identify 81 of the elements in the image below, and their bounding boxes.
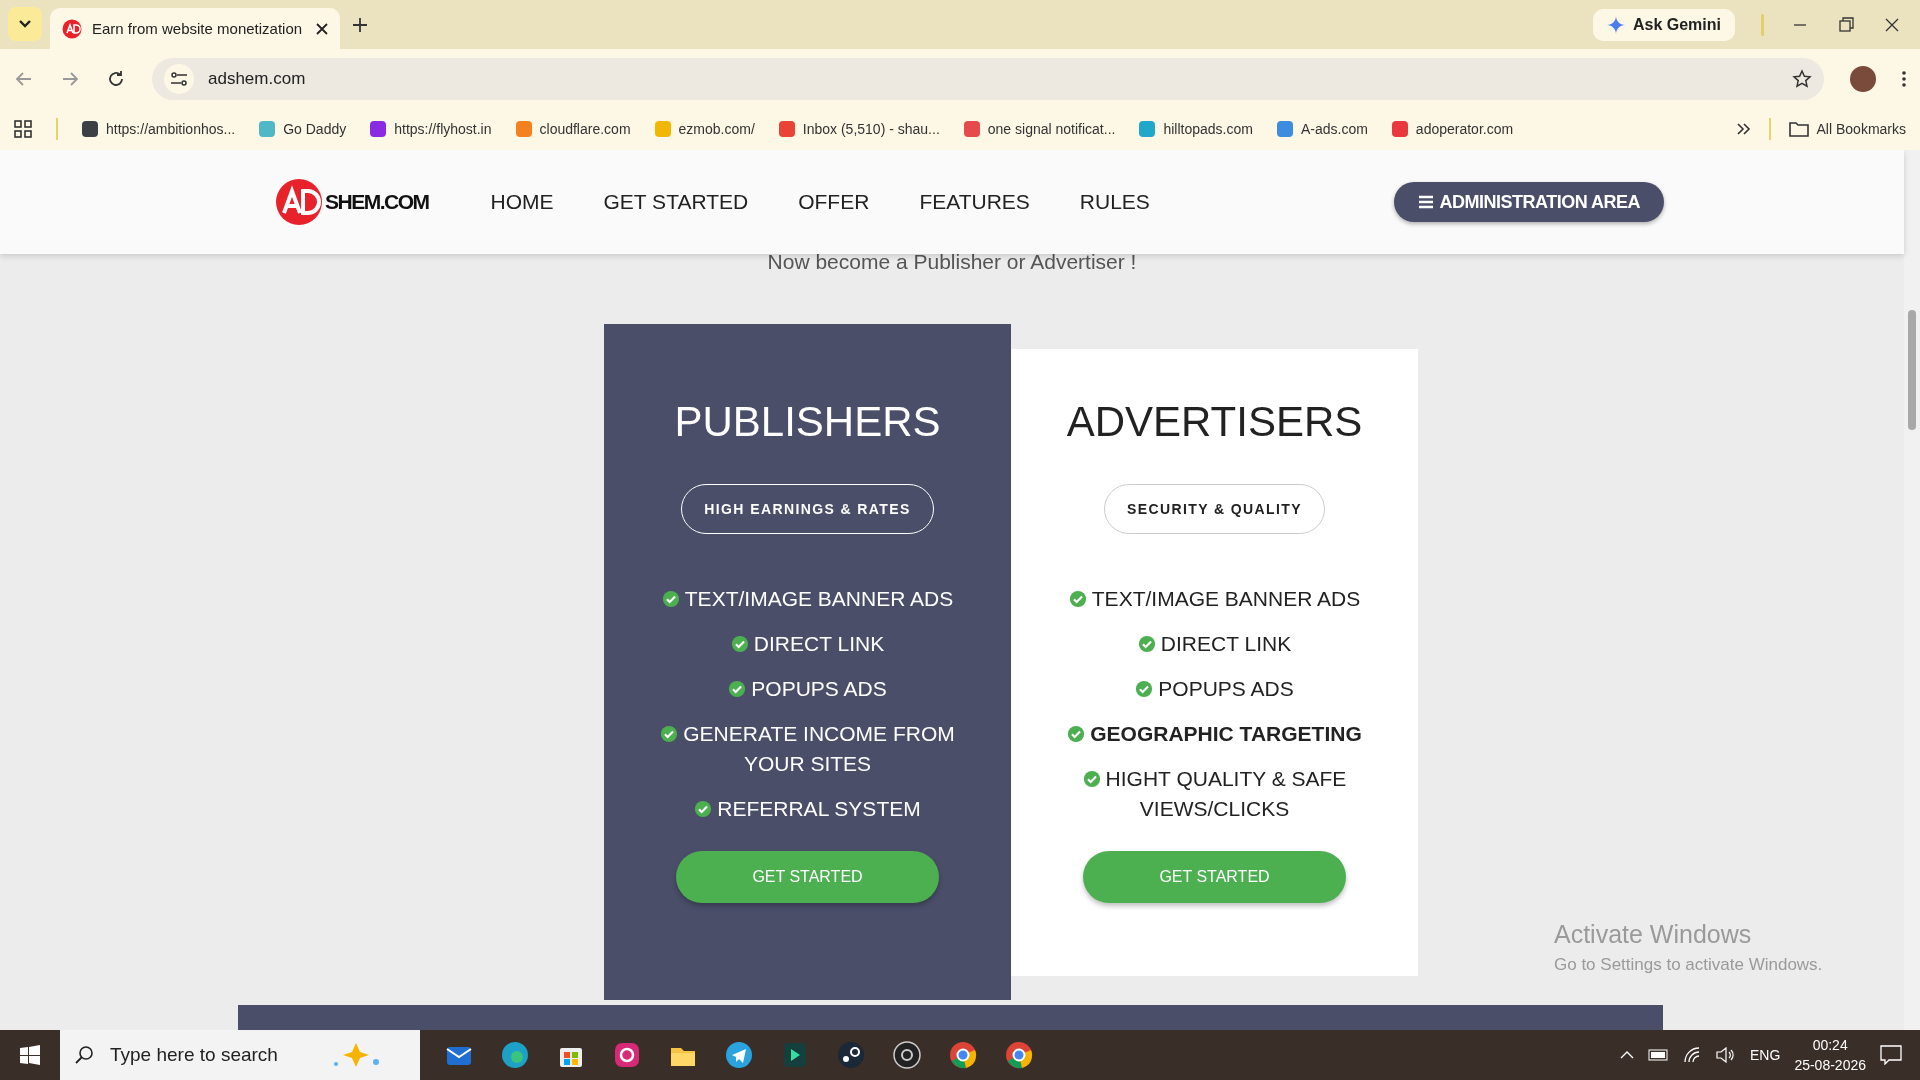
all-bookmarks-button[interactable]: All Bookmarks: [1788, 121, 1906, 137]
nav-link[interactable]: OFFER: [798, 190, 870, 214]
activation-title: Activate Windows: [1554, 920, 1753, 949]
address-bar[interactable]: adshem.com: [152, 57, 1824, 100]
bookmark-item[interactable]: one signal notificat...: [963, 121, 1116, 137]
nav-link[interactable]: FEATURES: [919, 190, 1030, 214]
menu-icon: [1417, 195, 1434, 209]
windows-logo-icon[interactable]: [20, 1045, 40, 1065]
card-title: ADVERTISERS: [1066, 398, 1363, 446]
chrome-icon[interactable]: [1004, 1040, 1034, 1070]
check-icon: [1067, 725, 1086, 743]
bookmark-item[interactable]: adoperator.com: [1391, 121, 1514, 137]
bookmark-item[interactable]: https://flyhost.in: [370, 121, 492, 137]
close-icon[interactable]: [316, 22, 328, 35]
bookmark-item[interactable]: A-ads.com: [1276, 121, 1368, 137]
feature-item: REFERRAL SYSTEM: [627, 794, 988, 824]
profile-avatar[interactable]: [1850, 65, 1876, 92]
nav-link[interactable]: RULES: [1079, 190, 1150, 214]
steam-icon[interactable]: [836, 1040, 866, 1070]
check-icon: [1068, 590, 1087, 608]
check-icon: [1135, 680, 1154, 698]
bookmark-item[interactable]: Go Daddy: [259, 121, 347, 137]
apps-grid-icon[interactable]: [14, 120, 32, 138]
battery-icon[interactable]: [1648, 1049, 1671, 1061]
admin-button[interactable]: ADMINISTRATION AREA: [1393, 182, 1664, 222]
feature-item: POPUPS ADS: [1034, 674, 1395, 704]
tab-title: Earn from website monetization: [92, 20, 304, 37]
gemini-button[interactable]: Ask Gemini: [1592, 8, 1735, 41]
bookmark-item[interactable]: cloudflare.com: [515, 121, 631, 137]
feature-item: TEXT/IMAGE BANNER ADS: [1034, 584, 1395, 614]
nav-link[interactable]: GET STARTED: [603, 190, 749, 214]
card-title: PUBLISHERS: [674, 398, 941, 446]
check-icon: [1137, 635, 1156, 653]
card-badge: HIGH EARNINGS & RATES: [681, 484, 934, 534]
scrollbar[interactable]: [1904, 150, 1920, 1030]
clock[interactable]: 00:24 25-08-2026: [1794, 1035, 1866, 1075]
nav-link[interactable]: HOME: [490, 190, 554, 214]
menu-icon[interactable]: [1902, 70, 1906, 87]
bookmark-item[interactable]: ezmob.com/: [654, 121, 755, 137]
feature-item: TEXT/IMAGE BANNER ADS: [627, 584, 988, 614]
chevron-down-icon: [18, 19, 32, 29]
check-icon: [730, 635, 749, 653]
bookmark-item[interactable]: https://ambitionhos...: [82, 121, 236, 137]
browser-tab[interactable]: Earn from website monetization: [50, 8, 340, 49]
check-icon: [728, 680, 747, 698]
camera-icon[interactable]: [612, 1040, 642, 1070]
search-icon: [74, 1045, 94, 1065]
feature-item: POPUPS ADS: [627, 674, 988, 704]
feature-item: HIGHT QUALITY & SAFE VIEWS/CLICKS: [1034, 764, 1395, 824]
logo-icon[interactable]: [275, 178, 323, 226]
star-icon[interactable]: [1792, 68, 1812, 89]
logo-icon: [62, 18, 82, 39]
tab-list-button[interactable]: [8, 7, 42, 41]
check-icon: [661, 590, 680, 608]
record-icon[interactable]: [892, 1040, 922, 1070]
restore-icon[interactable]: [1836, 14, 1856, 35]
activation-text: Go to Settings to activate Windows.: [1554, 955, 1823, 975]
check-icon: [1082, 770, 1101, 788]
folder-icon: [1788, 121, 1809, 137]
check-icon: [694, 800, 713, 818]
paper-plane-icon[interactable]: [724, 1040, 754, 1070]
speaker-icon[interactable]: [1716, 1047, 1737, 1063]
notification-icon[interactable]: [1880, 1045, 1902, 1065]
feature-item: GEOGRAPHIC TARGETING: [1034, 719, 1395, 749]
chevron-icon[interactable]: [1736, 123, 1751, 135]
language-indicator[interactable]: ENG: [1750, 1047, 1781, 1063]
taskbar-search-bar[interactable]: Type here to search: [60, 1030, 420, 1080]
logo-text[interactable]: SHEM.COM: [325, 190, 429, 214]
search-input[interactable]: Type here to search: [108, 1043, 312, 1067]
bookmark-item[interactable]: hilltopads.com: [1139, 121, 1253, 137]
feature-item: DIRECT LINK: [627, 629, 988, 659]
check-icon: [660, 725, 679, 743]
chrome-icon[interactable]: [948, 1040, 978, 1070]
subtitle: Now become a Publisher or Advertiser !: [766, 250, 1138, 274]
feature-item: DIRECT LINK: [1034, 629, 1395, 659]
bookmark-item[interactable]: Inbox (5,510) - shau...: [778, 121, 940, 137]
reload-icon[interactable]: [106, 68, 126, 89]
caret-icon[interactable]: [1620, 1050, 1635, 1060]
site-settings-icon[interactable]: [170, 71, 188, 86]
browser-icon[interactable]: [500, 1040, 530, 1070]
feature-item: GENERATE INCOME FROM YOUR SITES: [627, 719, 988, 779]
